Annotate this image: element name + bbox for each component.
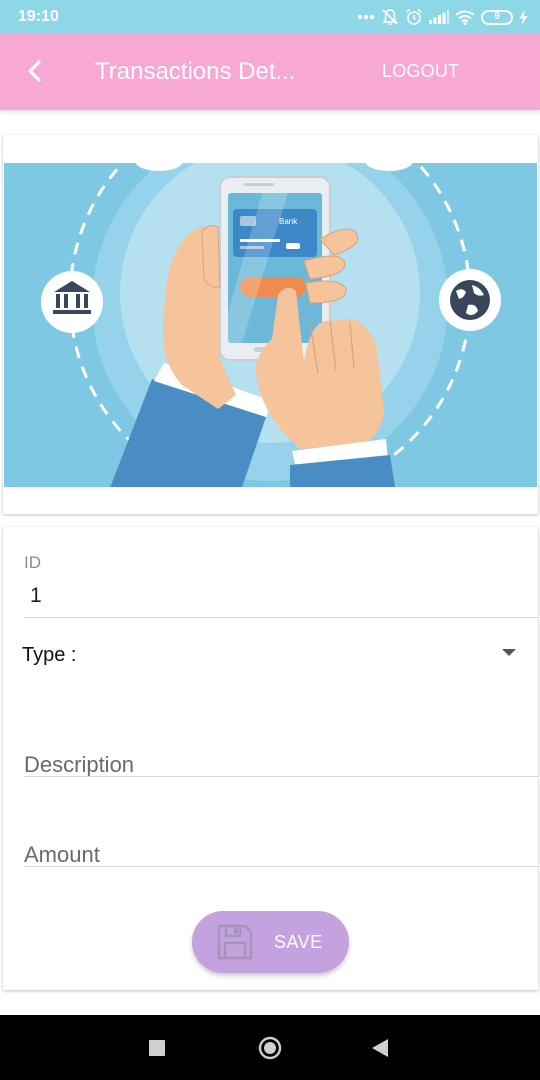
page-title: Transactions Det... — [95, 58, 296, 85]
bell-off-icon — [382, 9, 398, 25]
save-button[interactable]: SAVE — [192, 911, 349, 973]
illustration-card: Bank — [3, 135, 538, 514]
amount-input[interactable] — [24, 835, 538, 875]
system-nav-bar — [0, 1015, 540, 1080]
dropdown-caret-icon — [502, 649, 516, 656]
back-button[interactable] — [18, 55, 50, 87]
status-icons: 9 — [357, 7, 528, 27]
globe-icon — [439, 269, 501, 331]
save-button-label: SAVE — [274, 932, 323, 952]
app-bar: Transactions Det... LOGOUT — [0, 33, 540, 110]
id-value: 1 — [30, 584, 42, 607]
square-recents-icon — [149, 1040, 165, 1056]
description-input[interactable] — [24, 745, 538, 785]
type-dropdown[interactable] — [98, 635, 528, 675]
home-button[interactable] — [258, 1036, 282, 1065]
battery-icon: 9 — [481, 9, 513, 25]
status-bar: 19:10 9 — [0, 0, 540, 33]
amount-underline — [24, 866, 538, 867]
chevron-left-icon — [28, 60, 41, 82]
battery-level: 9 — [494, 11, 500, 22]
back-nav-button[interactable] — [372, 1039, 388, 1062]
triangle-back-icon — [372, 1039, 388, 1057]
more-dots-icon — [357, 14, 375, 20]
recents-button[interactable] — [149, 1040, 165, 1061]
status-time: 19:10 — [18, 8, 59, 25]
bank-icon — [41, 271, 103, 333]
signal-icon — [429, 10, 449, 24]
type-label: Type : — [22, 644, 77, 666]
mobile-banking-illustration: Bank — [4, 163, 537, 487]
charging-icon — [519, 9, 528, 25]
logout-button[interactable]: LOGOUT — [382, 61, 459, 82]
description-underline — [24, 776, 538, 777]
circle-home-icon — [258, 1036, 282, 1060]
id-underline — [24, 617, 538, 618]
wifi-icon — [455, 10, 475, 25]
floppy-disk-icon — [217, 924, 253, 960]
alarm-icon — [406, 8, 422, 25]
transaction-form-card: ID 1 Type : SAVE — [3, 527, 538, 990]
bank-card-label: Bank — [279, 217, 298, 226]
id-label: ID — [24, 553, 41, 572]
